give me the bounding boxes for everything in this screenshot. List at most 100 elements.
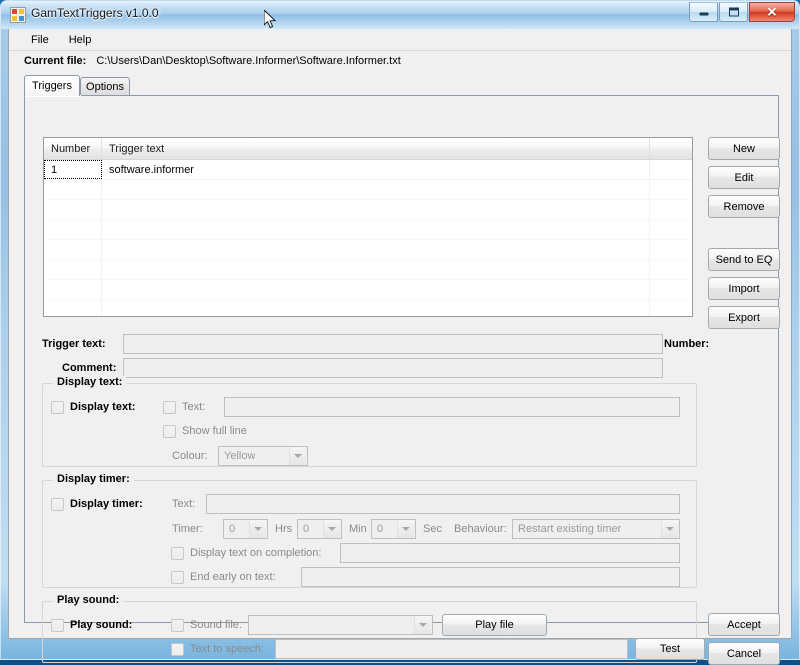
display-timer-enable-label: Display timer: xyxy=(70,498,143,510)
play-sound-enable-label: Play sound: xyxy=(70,619,133,631)
display-text-text-input[interactable] xyxy=(224,397,680,417)
list-empty-row xyxy=(44,200,692,220)
chevron-down-icon xyxy=(289,447,306,465)
close-icon: ✕ xyxy=(766,4,778,20)
column-header-number[interactable]: Number xyxy=(44,138,102,159)
number-label: Number: xyxy=(664,338,710,350)
menu-item-help[interactable]: Help xyxy=(59,31,102,49)
current-file-value: C:\Users\Dan\Desktop\Software.Informer\S… xyxy=(96,55,401,67)
list-empty-row xyxy=(44,260,692,280)
app-grid-icon xyxy=(10,7,26,23)
timer-minutes-dropdown[interactable]: 0 xyxy=(297,519,342,539)
current-file-row: Current file: C:\Users\Dan\Desktop\Softwa… xyxy=(24,55,401,67)
display-timer-group-title: Display timer: xyxy=(53,473,134,485)
display-text-on-completion-input[interactable] xyxy=(340,543,680,563)
text-to-speech-checkbox[interactable] xyxy=(171,643,184,656)
timer-hours-dropdown[interactable]: 0 xyxy=(223,519,268,539)
timer-text-label: Text: xyxy=(172,498,196,510)
display-text-checkbox[interactable] xyxy=(51,401,64,414)
list-header-row: Number Trigger text xyxy=(44,138,692,160)
edit-button[interactable]: Edit xyxy=(708,166,780,189)
trigger-text-input[interactable] xyxy=(123,334,663,354)
text-to-speech-input[interactable] xyxy=(275,639,628,659)
display-timer-group: Display timer: Display timer: Text: Time… xyxy=(42,473,697,588)
sound-file-checkbox[interactable] xyxy=(171,619,184,632)
end-early-on-text-checkbox[interactable] xyxy=(171,571,184,584)
column-header-extra[interactable] xyxy=(650,138,692,159)
column-header-trigger-text[interactable]: Trigger text xyxy=(102,138,650,159)
application-window: GamTextTriggers v1.0.0 ✕ File Help Curre… xyxy=(0,0,800,665)
import-button[interactable]: Import xyxy=(708,277,780,300)
cell-extra xyxy=(650,160,692,179)
play-sound-group: Play sound: Play sound: Sound file: Play… xyxy=(42,594,705,663)
tab-triggers[interactable]: Triggers xyxy=(24,75,80,96)
play-file-button[interactable]: Play file xyxy=(442,614,547,636)
chevron-down-icon xyxy=(397,520,414,538)
triggers-list[interactable]: Number Trigger text 1 software.informer xyxy=(43,137,693,317)
export-button[interactable]: Export xyxy=(708,306,780,329)
timer-label: Timer: xyxy=(172,523,203,535)
behaviour-value: Restart existing timer xyxy=(518,523,622,535)
timer-minutes-unit: Min xyxy=(349,523,367,535)
window-client-area: File Help Current file: C:\Users\Dan\Desk… xyxy=(8,29,792,665)
send-to-eq-button[interactable]: Send to EQ xyxy=(708,248,780,271)
display-text-on-completion-label: Display text on completion: xyxy=(190,547,322,559)
current-file-label: Current file: xyxy=(24,55,87,67)
display-text-text-label: Text: xyxy=(182,401,206,413)
cancel-button[interactable]: Cancel xyxy=(708,642,780,665)
behaviour-label: Behaviour: xyxy=(454,523,507,535)
chevron-down-icon xyxy=(249,520,266,538)
timer-hours-unit: Hrs xyxy=(275,523,293,535)
table-row[interactable]: 1 software.informer xyxy=(44,160,692,180)
comment-label: Comment: xyxy=(62,362,117,374)
display-text-group-title: Display text: xyxy=(53,376,127,388)
timer-hours-value: 0 xyxy=(229,523,236,535)
timer-minutes-value: 0 xyxy=(303,523,310,535)
chevron-down-icon xyxy=(661,520,678,538)
display-text-on-completion-checkbox[interactable] xyxy=(171,547,184,560)
colour-label: Colour: xyxy=(172,450,208,462)
cell-number: 1 xyxy=(44,160,102,179)
trigger-text-label: Trigger text: xyxy=(42,338,106,350)
behaviour-dropdown[interactable]: Restart existing timer xyxy=(512,519,680,539)
display-timer-checkbox[interactable] xyxy=(51,498,64,511)
sound-file-dropdown[interactable] xyxy=(248,615,433,635)
menu-bar: File Help xyxy=(9,29,791,51)
display-text-group: Display text: Display text: Text: Show f… xyxy=(42,376,697,467)
text-to-speech-label: Text to speech: xyxy=(190,643,264,655)
accept-button[interactable]: Accept xyxy=(708,613,780,636)
title-bar[interactable]: GamTextTriggers v1.0.0 ✕ xyxy=(1,1,799,29)
new-button[interactable]: New xyxy=(708,137,780,160)
play-sound-checkbox[interactable] xyxy=(51,619,64,632)
sound-file-label: Sound file: xyxy=(190,619,242,631)
close-button[interactable]: ✕ xyxy=(749,2,795,22)
display-text-text-checkbox[interactable] xyxy=(163,401,176,414)
timer-seconds-unit: Sec xyxy=(423,523,442,535)
colour-dropdown[interactable]: Yellow xyxy=(218,446,308,466)
display-text-enable-label: Display text: xyxy=(70,401,136,413)
list-empty-row xyxy=(44,180,692,200)
chevron-down-icon xyxy=(323,520,340,538)
colour-value: Yellow xyxy=(224,450,256,462)
test-button[interactable]: Test xyxy=(635,638,705,660)
end-early-on-text-input[interactable] xyxy=(301,567,680,587)
comment-input[interactable] xyxy=(123,358,663,378)
list-empty-row xyxy=(44,240,692,260)
maximize-icon xyxy=(728,7,739,17)
desktop-background: GamTextTriggers v1.0.0 ✕ File Help Curre… xyxy=(0,0,800,665)
chevron-down-icon xyxy=(414,616,431,634)
maximize-button[interactable] xyxy=(719,2,748,22)
show-full-line-checkbox[interactable] xyxy=(163,425,176,438)
timer-seconds-value: 0 xyxy=(377,523,384,535)
minimize-button[interactable] xyxy=(689,2,718,22)
remove-button[interactable]: Remove xyxy=(708,195,780,218)
list-empty-row xyxy=(44,220,692,240)
minimize-icon xyxy=(699,12,708,16)
window-controls: ✕ xyxy=(688,2,795,23)
list-empty-row xyxy=(44,280,692,300)
menu-item-file[interactable]: File xyxy=(21,31,59,49)
timer-text-input[interactable] xyxy=(206,494,680,514)
show-full-line-label: Show full line xyxy=(182,425,247,437)
tab-options[interactable]: Options xyxy=(80,77,130,96)
timer-seconds-dropdown[interactable]: 0 xyxy=(371,519,416,539)
